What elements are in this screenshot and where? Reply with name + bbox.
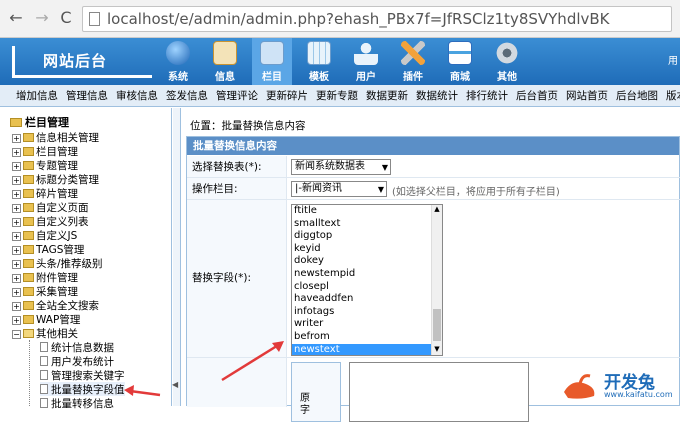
annotation-overlay [124,341,284,397]
watermark-url: www.kaifatu.com [604,390,673,399]
annotation-arrow-field [221,342,281,382]
annotation-arrow-sidebar [129,389,161,397]
rabbit-logo-icon [564,374,595,399]
watermark: 开发兔 www.kaifatu.com [560,368,680,406]
annotation-arrowhead-sidebar [124,385,134,396]
